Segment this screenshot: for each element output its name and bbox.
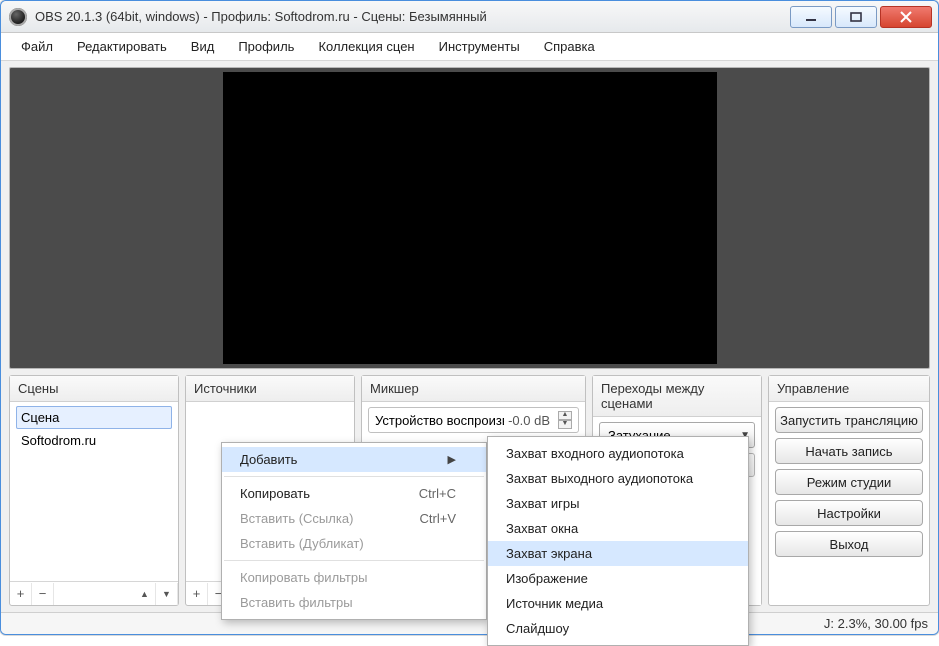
- ctx-separator: [224, 476, 484, 477]
- mixer-db-spinner[interactable]: ▲ ▼: [558, 411, 572, 429]
- scene-remove-button[interactable]: −: [32, 583, 54, 605]
- menu-file[interactable]: Файл: [11, 35, 63, 58]
- status-text: J: 2.3%, 30.00 fps: [824, 616, 928, 631]
- minimize-button[interactable]: [790, 6, 832, 28]
- submenu-arrow-icon: ▶: [448, 453, 456, 466]
- src-game-capture[interactable]: Захват игры: [488, 491, 748, 516]
- menu-view[interactable]: Вид: [181, 35, 225, 58]
- close-button[interactable]: [880, 6, 932, 28]
- src-audio-output[interactable]: Захват выходного аудиопотока: [488, 466, 748, 491]
- scenes-toolbar: + − ▲ ▼: [10, 581, 178, 605]
- src-image[interactable]: Изображение: [488, 566, 748, 591]
- src-media-source[interactable]: Источник медиа: [488, 591, 748, 616]
- spinner-down-icon[interactable]: ▼: [558, 420, 572, 429]
- scene-up-button[interactable]: ▲: [134, 583, 156, 605]
- ctx-separator: [224, 560, 484, 561]
- preview-canvas: [223, 72, 717, 364]
- ctx-copy-filters: Копировать фильтры: [222, 565, 486, 590]
- start-recording-button[interactable]: Начать запись: [775, 438, 923, 464]
- scene-add-button[interactable]: +: [10, 583, 32, 605]
- panel-scenes-title: Сцены: [10, 376, 178, 402]
- src-window-capture[interactable]: Захват окна: [488, 516, 748, 541]
- panel-sources-title: Источники: [186, 376, 354, 402]
- scene-down-button[interactable]: ▼: [156, 583, 178, 605]
- exit-button[interactable]: Выход: [775, 531, 923, 557]
- studio-mode-button[interactable]: Режим студии: [775, 469, 923, 495]
- src-audio-input[interactable]: Захват входного аудиопотока: [488, 441, 748, 466]
- settings-button[interactable]: Настройки: [775, 500, 923, 526]
- start-streaming-button[interactable]: Запустить трансляцию: [775, 407, 923, 433]
- obs-icon: [9, 8, 27, 26]
- menu-edit[interactable]: Редактировать: [67, 35, 177, 58]
- panel-transitions-title: Переходы между сценами: [593, 376, 761, 417]
- mixer-db-value: -0.0 dB: [508, 413, 550, 428]
- scene-item[interactable]: Softodrom.ru: [16, 429, 172, 452]
- panel-mixer-title: Микшер: [362, 376, 585, 402]
- src-slideshow[interactable]: Слайдшоу: [488, 616, 748, 641]
- src-display-capture[interactable]: Захват экрана: [488, 541, 748, 566]
- titlebar: OBS 20.1.3 (64bit, windows) - Профиль: S…: [1, 1, 938, 33]
- panel-scenes: Сцены Сцена Softodrom.ru + − ▲ ▼: [9, 375, 179, 606]
- ctx-paste-ref: Вставить (Ссылка)Ctrl+V: [222, 506, 486, 531]
- source-add-button[interactable]: +: [186, 583, 208, 605]
- spinner-up-icon[interactable]: ▲: [558, 411, 572, 420]
- sources-context-menu: Добавить▶ КопироватьCtrl+C Вставить (Ссы…: [221, 442, 487, 620]
- scene-item[interactable]: Сцена: [16, 406, 172, 429]
- panel-controls-title: Управление: [769, 376, 929, 402]
- menu-tools[interactable]: Инструменты: [429, 35, 530, 58]
- ctx-add[interactable]: Добавить▶: [222, 447, 486, 472]
- mixer-channel[interactable]: Устройство воспроизведен -0.0 dB ▲ ▼: [368, 407, 579, 433]
- maximize-button[interactable]: [835, 6, 877, 28]
- menu-scene-collection[interactable]: Коллекция сцен: [308, 35, 424, 58]
- ctx-copy[interactable]: КопироватьCtrl+C: [222, 481, 486, 506]
- window-title: OBS 20.1.3 (64bit, windows) - Профиль: S…: [35, 9, 787, 24]
- ctx-paste-dup: Вставить (Дубликат): [222, 531, 486, 556]
- mixer-device-name: Устройство воспроизведен: [375, 413, 504, 428]
- menubar: Файл Редактировать Вид Профиль Коллекция…: [1, 33, 938, 61]
- menu-help[interactable]: Справка: [534, 35, 605, 58]
- ctx-paste-filters: Вставить фильтры: [222, 590, 486, 615]
- preview-area[interactable]: [9, 67, 930, 369]
- panel-controls: Управление Запустить трансляцию Начать з…: [768, 375, 930, 606]
- menu-profile[interactable]: Профиль: [228, 35, 304, 58]
- add-source-submenu: Захват входного аудиопотока Захват выход…: [487, 436, 749, 646]
